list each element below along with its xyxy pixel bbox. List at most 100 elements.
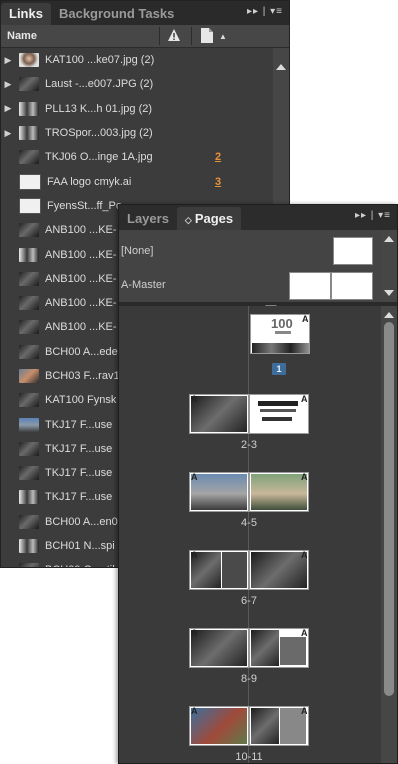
page-thumbnail[interactable]: A [189,628,249,668]
master-prefix-label: A [191,628,198,638]
tab-background-tasks[interactable]: Background Tasks [51,3,182,25]
panel-menu-controls[interactable]: ▸▸ | ▾≡ [247,6,283,17]
link-thumbnail [19,101,39,116]
link-filename: Laust -...e007.JPG (2) [45,78,154,91]
master-prefix-label: A [191,472,198,482]
link-thumbnail [19,539,39,554]
tab-links[interactable]: Links [1,3,51,25]
disclosure-triangle-icon[interactable]: ▶ [1,55,15,66]
link-thumbnail [19,197,41,214]
page-thumbnail[interactable]: A [189,394,249,434]
link-thumbnail [19,223,39,238]
link-page-number[interactable]: 2 [215,151,221,163]
link-thumbnail [19,514,39,529]
cover-headline: 100 [271,316,293,331]
link-thumbnail [19,369,39,383]
scroll-up-icon[interactable] [276,64,286,70]
page-thumbnail[interactable]: A [189,706,249,746]
link-thumbnail [19,296,39,311]
link-filename: KAT100 ...ke07.jpg (2) [45,54,155,67]
spread-label: 4-5 [241,517,257,529]
page-thumbnail[interactable]: A [249,472,309,512]
spread-label: 6-7 [241,595,257,607]
pages-scroll-thumb[interactable] [384,322,394,696]
page-photo [260,409,296,412]
spread-label: 2-3 [241,439,257,451]
link-thumbnail [19,320,39,335]
page-thumbnail[interactable]: A [249,628,309,668]
page-photo [251,474,307,510]
tab-layers[interactable]: Layers [119,207,177,230]
pages-panel: Layers ◇ Pages ▸▸ | ▾≡ [None] A-Master A1… [118,204,398,764]
current-page-badge: 1 [272,363,286,375]
master-prefix-label: A [191,706,198,716]
pages-scrollbar[interactable] [381,306,397,763]
page-thumbnail[interactable]: A [249,394,309,434]
column-separator [159,27,160,45]
page-thumbnail[interactable]: A [249,550,309,590]
spread-spine [248,306,249,763]
master-prefix-label: A [191,394,198,404]
link-thumbnail [19,466,39,481]
page-photo [275,331,291,334]
panel-menu-controls[interactable]: ▸▸ | ▾≡ [355,210,391,221]
tab-pages-label: Pages [194,211,234,226]
spread-label: 8-9 [241,673,257,685]
link-row[interactable]: TKJ06 O...inge 1A.jpg 2 [1,145,273,169]
link-thumbnail [19,393,39,408]
page-photo [252,343,309,353]
link-row[interactable]: FAA logo cmyk.ai 3 [1,169,273,193]
sort-ascending-icon[interactable]: ▲ [219,32,227,41]
page-thumbnail[interactable]: A 100 [250,314,310,354]
link-thumbnail [19,53,39,68]
master-a[interactable]: A-Master [119,268,381,302]
tab-stepper-icon: ◇ [184,215,192,225]
master-none-label: [None] [121,245,154,257]
page-photo [191,474,247,510]
page-thumbnail[interactable]: A [189,472,249,512]
disclosure-triangle-icon[interactable]: ▶ [1,79,15,90]
link-thumbnail [19,126,39,141]
link-filename: PLL13 K...h 01.jpg (2) [45,102,153,115]
link-thumbnail [19,344,39,359]
page-photo [251,708,279,744]
scroll-up-icon[interactable] [384,312,394,318]
link-filename: TKJ06 O...inge 1A.jpg [45,151,153,164]
master-prefix-label: A [301,472,308,482]
page-thumbnail[interactable]: A [249,706,309,746]
link-filename: FAA logo cmyk.ai [47,175,132,188]
master-prefix-label: A [301,394,308,404]
link-page-number[interactable]: 3 [215,176,221,188]
page-column-icon[interactable] [201,28,213,43]
link-thumbnail [19,150,39,165]
master-none[interactable]: [None] [119,234,381,268]
column-separator [191,27,192,45]
tab-pages[interactable]: ◇ Pages [176,207,242,230]
page-photo [222,552,247,588]
link-row[interactable]: ▶ KAT100 ...ke07.jpg (2) [1,48,273,72]
disclosure-triangle-icon[interactable]: ▶ [1,103,15,114]
page-photo [262,417,292,421]
master-none-thumbnail[interactable] [333,237,373,265]
master-a-thumbnail[interactable] [289,272,373,300]
link-row[interactable]: ▶ TROSpor...003.jpg (2) [1,121,273,145]
masters-scrollbar[interactable] [381,230,397,302]
link-thumbnail [19,77,39,92]
warning-icon[interactable] [167,28,181,42]
master-prefix-label: A [302,314,309,324]
link-row[interactable]: ▶ Laust -...e007.JPG (2) [1,72,273,96]
link-thumbnail [19,417,39,432]
master-prefix-label: A [301,550,308,560]
page-thumbnail[interactable]: A [189,550,249,590]
pages-tabbar: Layers ◇ Pages ▸▸ | ▾≡ [119,205,397,230]
link-thumbnail [19,441,39,456]
link-row[interactable]: ▶ PLL13 K...h 01.jpg (2) [1,97,273,121]
scroll-down-icon[interactable] [384,290,394,296]
master-prefix-label: A [301,706,308,716]
name-column-header[interactable]: Name [7,30,37,42]
link-thumbnail [19,173,41,190]
disclosure-triangle-icon[interactable]: ▶ [1,128,15,139]
page-photo [251,630,279,666]
page-photo [280,637,306,665]
scroll-up-icon[interactable] [384,236,394,242]
